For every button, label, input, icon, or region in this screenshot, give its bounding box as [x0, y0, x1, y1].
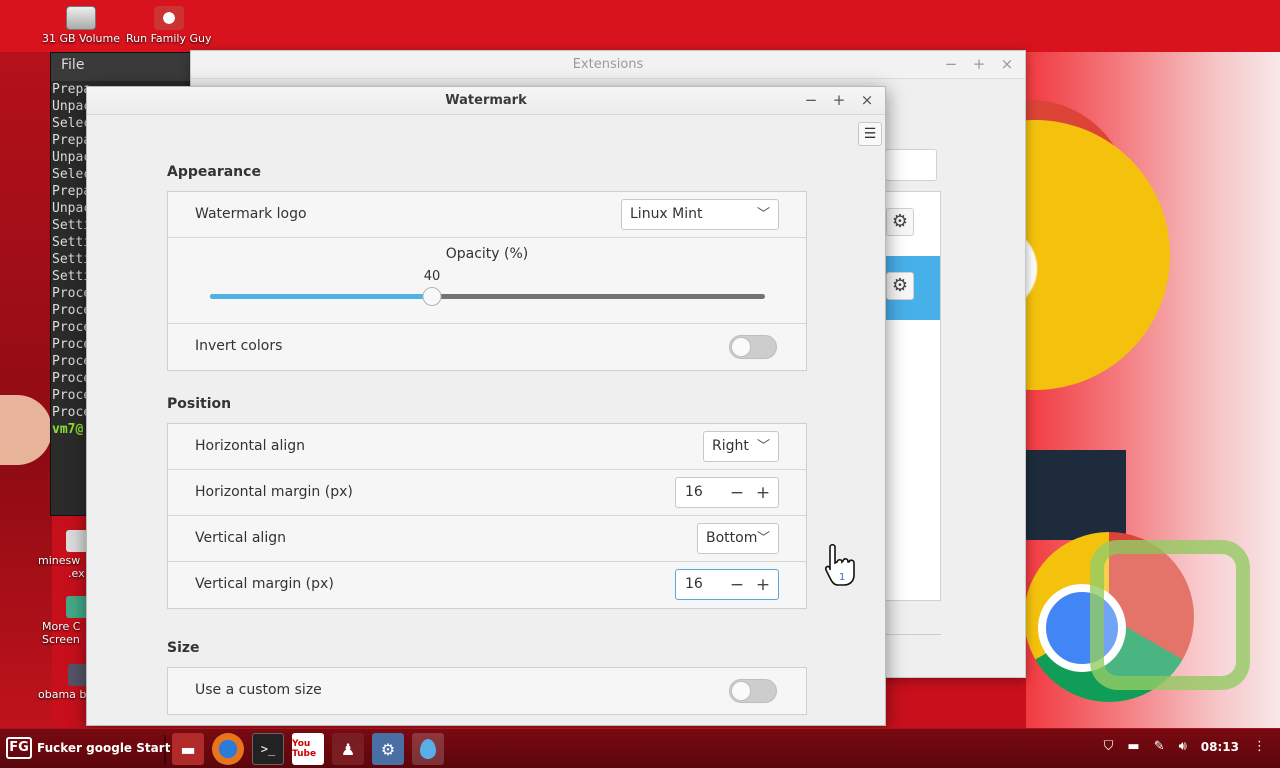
- decrement-icon[interactable]: −: [726, 573, 748, 597]
- panel-launchers: ▬ >_ You Tube ♟ ⚙: [172, 733, 444, 765]
- section-title-position: Position: [167, 396, 232, 412]
- position-card: Horizontal align Right ﹀ Horizontal marg…: [167, 423, 807, 609]
- opacity-slider-fill: [210, 294, 432, 299]
- desktop-icon-minesweeper[interactable]: minesw .ex: [38, 530, 90, 580]
- youtube-icon[interactable]: You Tube: [292, 733, 324, 765]
- horizontal-align-value: Right: [712, 438, 749, 454]
- horizontal-margin-label: Horizontal margin (px): [195, 484, 353, 500]
- start-menu-button[interactable]: FG Fucker google Start: [6, 737, 170, 759]
- hamburger-menu-icon[interactable]: ☰: [858, 122, 882, 146]
- terminal-icon[interactable]: >_: [252, 733, 284, 765]
- watermark-logo-dropdown[interactable]: Linux Mint ﹀: [621, 199, 779, 230]
- invert-colors-toggle[interactable]: [729, 335, 777, 359]
- wallpaper-figure: [1026, 450, 1126, 540]
- increment-icon[interactable]: +: [752, 481, 774, 505]
- gear-icon[interactable]: ⚙: [886, 208, 914, 236]
- divider: [885, 634, 941, 635]
- opacity-slider-handle[interactable]: [422, 287, 442, 306]
- size-card: Use a custom size: [167, 667, 807, 715]
- extensions-titlebar[interactable]: Extensions − + ×: [191, 51, 1025, 79]
- extensions-list[interactable]: ⚙ ⚙: [885, 191, 941, 601]
- vertical-align-dropdown[interactable]: Bottom ﹀: [697, 523, 779, 554]
- opacity-label: Opacity (%): [445, 246, 529, 262]
- desktop-icon-3d-screensaver[interactable]: More C Screen: [42, 596, 90, 646]
- invert-colors-label: Invert colors: [195, 338, 283, 354]
- list-item[interactable]: ⚙: [886, 192, 940, 256]
- row-vertical-align: Vertical align Bottom ﹀: [168, 516, 806, 562]
- increment-icon[interactable]: +: [752, 573, 774, 597]
- chevron-down-icon: ﹀: [756, 531, 770, 546]
- horizontal-align-label: Horizontal align: [195, 438, 306, 454]
- family-guy-icon[interactable]: ♟: [332, 733, 364, 765]
- horizontal-align-dropdown[interactable]: Right ﹀: [703, 431, 779, 462]
- settings-icon[interactable]: ⚙: [372, 733, 404, 765]
- drive-icon: [65, 6, 96, 30]
- terminal-menubar: File: [51, 53, 199, 81]
- appearance-card: Watermark logo Linux Mint ﹀ Opacity (%) …: [167, 191, 807, 371]
- mint-logo: [1090, 540, 1250, 690]
- terminal-menu-file[interactable]: File: [61, 57, 84, 73]
- close-icon[interactable]: ×: [999, 55, 1015, 73]
- maximize-icon[interactable]: +: [971, 55, 987, 73]
- firefox-icon[interactable]: [212, 733, 244, 765]
- watermark-titlebar[interactable]: Watermark − + ×: [87, 87, 885, 115]
- horizontal-margin-value[interactable]: 16: [685, 484, 703, 500]
- family-guy-icon: [153, 6, 184, 30]
- desktop-icon-obama[interactable]: obama b: [38, 664, 92, 701]
- svg-text:1: 1: [839, 572, 845, 583]
- row-custom-size: Use a custom size: [168, 668, 806, 714]
- system-tray: ⛉ ▬ ✎ 🔊︎ 08:13 ⋮: [1104, 739, 1266, 754]
- minimize-icon[interactable]: −: [803, 91, 819, 109]
- watermark-icon[interactable]: [412, 733, 444, 765]
- hand-cursor-icon: 1: [825, 543, 855, 586]
- vertical-margin-stepper[interactable]: 16 − +: [675, 569, 779, 600]
- section-title-size: Size: [167, 640, 200, 656]
- opacity-value: 40: [423, 269, 441, 284]
- vertical-margin-label: Vertical margin (px): [195, 576, 334, 592]
- watermark-window[interactable]: Watermark − + × ☰ Appearance Watermark l…: [86, 86, 886, 726]
- keyboard-icon[interactable]: ▬: [1127, 739, 1139, 754]
- desktop-icon-family-guy[interactable]: Run Family Guy: [126, 6, 212, 45]
- watermark-title: Watermark: [445, 93, 527, 108]
- custom-size-label: Use a custom size: [195, 682, 322, 698]
- row-horizontal-margin: Horizontal margin (px) 16 − +: [168, 470, 806, 516]
- list-item-selected[interactable]: ⚙: [886, 256, 940, 320]
- extensions-search-input[interactable]: [885, 149, 937, 181]
- more-icon[interactable]: ⋮: [1253, 739, 1266, 754]
- vertical-align-label: Vertical align: [195, 530, 286, 546]
- gear-icon[interactable]: ⚙: [886, 272, 914, 300]
- toggle-knob: [731, 337, 751, 357]
- vertical-margin-value[interactable]: 16: [685, 576, 703, 592]
- files-icon[interactable]: ▬: [172, 733, 204, 765]
- start-label: Fucker google Start: [37, 741, 171, 755]
- minimize-icon[interactable]: −: [943, 55, 959, 73]
- close-icon[interactable]: ×: [859, 91, 875, 109]
- pen-icon[interactable]: ✎: [1154, 739, 1165, 754]
- decrement-icon[interactable]: −: [726, 481, 748, 505]
- extensions-title: Extensions: [572, 57, 644, 72]
- custom-size-toggle[interactable]: [729, 679, 777, 703]
- toggle-knob: [731, 681, 751, 701]
- watermark-logo-label: Watermark logo: [195, 206, 307, 222]
- section-title-appearance: Appearance: [167, 164, 261, 180]
- watermark-logo-value: Linux Mint: [630, 206, 703, 222]
- start-badge: FG: [6, 737, 32, 759]
- clock[interactable]: 08:13: [1201, 740, 1239, 754]
- opacity-slider[interactable]: [210, 287, 765, 306]
- shield-icon[interactable]: ⛉: [1104, 739, 1114, 754]
- divider: [164, 735, 166, 765]
- desktop-icon-volume[interactable]: 31 GB Volume: [42, 6, 120, 45]
- chevron-down-icon: ﹀: [756, 207, 770, 222]
- row-invert-colors: Invert colors: [168, 324, 806, 370]
- row-vertical-margin: Vertical margin (px) 16 − +: [168, 562, 806, 608]
- volume-icon[interactable]: 🔊︎: [1179, 739, 1187, 754]
- vertical-align-value: Bottom: [706, 530, 758, 546]
- row-watermark-logo: Watermark logo Linux Mint ﹀: [168, 192, 806, 238]
- horizontal-margin-stepper[interactable]: 16 − +: [675, 477, 779, 508]
- maximize-icon[interactable]: +: [831, 91, 847, 109]
- taskbar: FG Fucker google Start ▬ >_ You Tube ♟ ⚙…: [0, 728, 1280, 768]
- row-opacity: Opacity (%) 40: [168, 238, 806, 324]
- chevron-down-icon: ﹀: [756, 439, 770, 454]
- row-horizontal-align: Horizontal align Right ﹀: [168, 424, 806, 470]
